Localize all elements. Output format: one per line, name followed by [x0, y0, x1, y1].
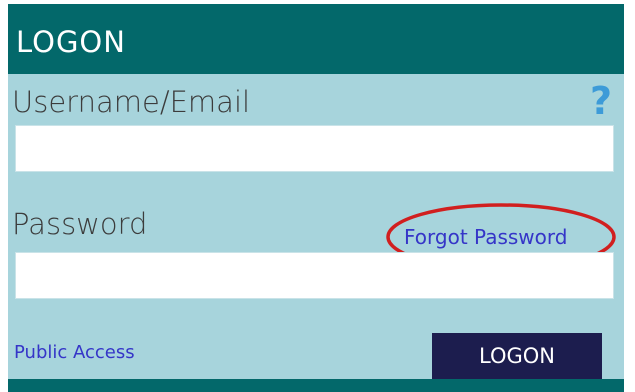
username-label: Username/Email: [12, 85, 251, 119]
password-input[interactable]: [15, 252, 614, 299]
question-mark-icon[interactable]: ?: [586, 80, 616, 122]
password-label: Password: [12, 207, 148, 241]
logon-button[interactable]: LOGON: [432, 333, 602, 379]
logon-header: LOGON: [8, 4, 624, 74]
public-access-link[interactable]: Public Access: [14, 341, 135, 365]
username-input[interactable]: [15, 125, 614, 172]
forgot-password-link[interactable]: Forgot Password: [404, 224, 567, 250]
header-title: LOGON: [16, 25, 126, 59]
logon-panel: LOGON Username/Email ? Password Forgot P…: [8, 4, 624, 392]
bottom-bar: [8, 379, 624, 392]
